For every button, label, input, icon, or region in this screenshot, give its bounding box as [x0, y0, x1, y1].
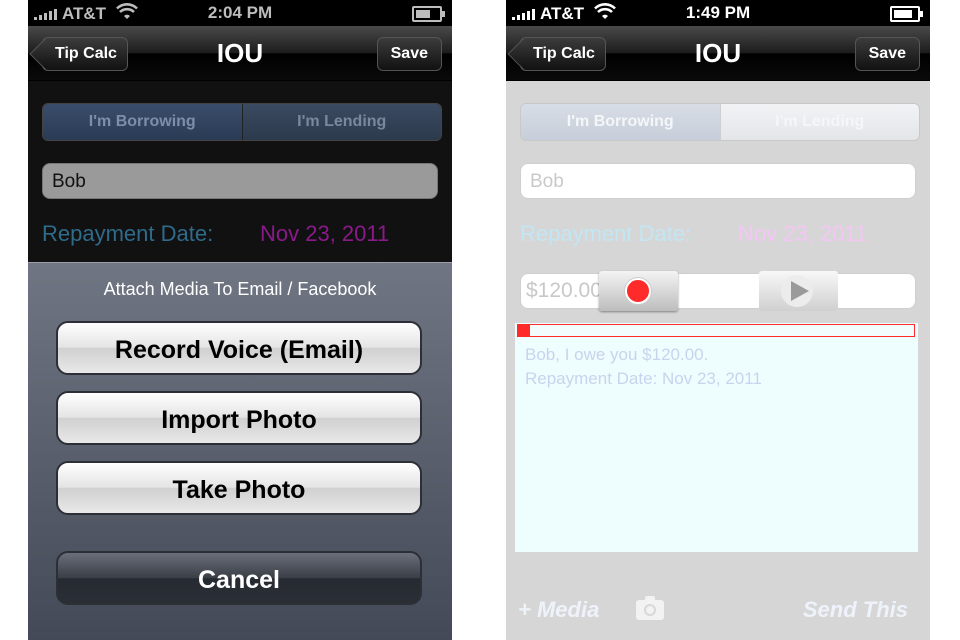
borrow-lend-segmented-control: I'm Borrowing I'm Lending — [520, 103, 920, 141]
message-preview[interactable]: Bob, I owe you $120.00. Repayment Date: … — [515, 323, 918, 552]
attach-media-action-sheet: Attach Media To Email / Facebook Record … — [28, 262, 452, 640]
save-button[interactable]: Save — [854, 37, 920, 71]
navigation-bar: Tip Calc IOU Save — [28, 26, 452, 81]
recording-progress-bar — [517, 324, 915, 337]
footer-toolbar: + Media Send This — [506, 591, 930, 631]
segment-lending[interactable]: I'm Lending — [241, 104, 441, 140]
progress-marker — [518, 324, 530, 337]
amount-field[interactable]: $120.00 — [526, 279, 602, 303]
form-area: I'm Borrowing I'm Lending Bob Repayment … — [506, 81, 930, 640]
repayment-date-label: Repayment Date: — [42, 221, 214, 246]
add-media-button[interactable]: + Media — [518, 597, 599, 623]
borrow-lend-segmented-control: I'm Borrowing I'm Lending — [42, 103, 442, 141]
right-phone-screen: AT&T 1:49 PM Tip Calc IOU Save I'm Borro… — [506, 0, 930, 640]
send-button[interactable]: Send This — [803, 597, 908, 623]
amount-row: $120.00 — [520, 271, 916, 311]
battery-charging-icon — [890, 6, 923, 22]
save-button[interactable]: Save — [376, 37, 442, 71]
repayment-date-value[interactable]: Nov 23, 2011 — [738, 221, 867, 247]
import-photo-button[interactable]: Import Photo — [56, 391, 422, 445]
play-icon — [791, 281, 809, 301]
segment-borrowing[interactable]: I'm Borrowing — [43, 104, 242, 140]
segment-lending[interactable]: I'm Lending — [719, 104, 919, 140]
navigation-bar: Tip Calc IOU Save — [506, 26, 930, 81]
left-phone-screen: AT&T 2:04 PM Tip Calc IOU Save I'm Borro… — [28, 0, 452, 640]
cancel-button[interactable]: Cancel — [56, 551, 422, 605]
status-bar: AT&T 2:04 PM — [28, 0, 452, 26]
status-bar: AT&T 1:49 PM — [506, 0, 930, 26]
message-line: Bob, I owe you $120.00. — [525, 345, 709, 364]
record-voice-button[interactable]: Record Voice (Email) — [56, 321, 422, 375]
name-field[interactable]: Bob — [42, 163, 438, 199]
name-field[interactable]: Bob — [520, 163, 916, 199]
status-time: 2:04 PM — [207, 3, 273, 22]
action-sheet-title: Attach Media To Email / Facebook — [103, 279, 377, 299]
camera-icon[interactable] — [636, 596, 664, 620]
status-time: 1:49 PM — [685, 3, 751, 22]
play-button[interactable] — [759, 271, 838, 311]
take-photo-button[interactable]: Take Photo — [56, 461, 422, 515]
battery-icon — [412, 6, 445, 22]
record-button[interactable] — [599, 271, 678, 311]
repayment-date-label: Repayment Date: — [520, 221, 692, 246]
record-icon — [625, 278, 651, 304]
message-line: Repayment Date: Nov 23, 2011 — [525, 369, 762, 388]
segment-borrowing[interactable]: I'm Borrowing — [521, 104, 720, 140]
repayment-date-value[interactable]: Nov 23, 2011 — [260, 221, 389, 247]
